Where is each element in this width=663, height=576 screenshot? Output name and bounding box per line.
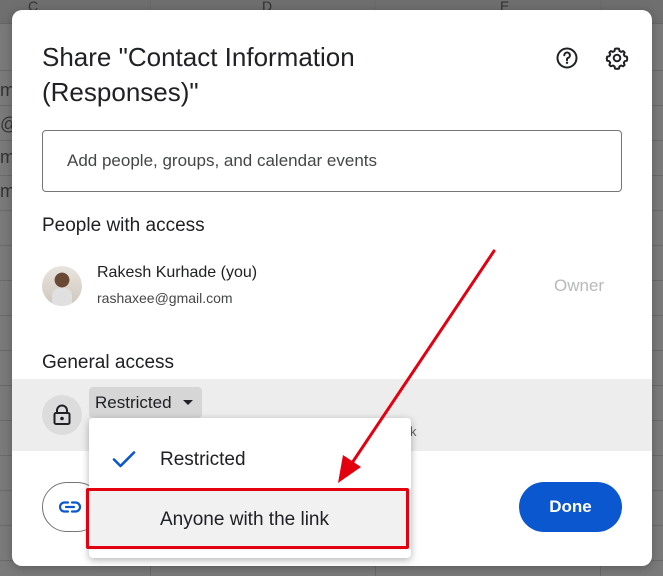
help-circle-icon xyxy=(556,47,578,69)
general-access-value: Restricted xyxy=(95,392,172,412)
gear-icon xyxy=(605,47,629,70)
checkmark-icon xyxy=(112,451,136,468)
general-access-dropdown[interactable]: Restricted xyxy=(89,387,202,418)
person-name: Rakesh Kurhade (you) xyxy=(97,264,258,281)
avatar xyxy=(42,266,82,306)
menu-item-label: Restricted xyxy=(160,449,246,470)
menu-item-label: Anyone with the link xyxy=(160,509,329,530)
link-icon xyxy=(59,501,81,513)
done-button[interactable]: Done xyxy=(519,482,622,532)
access-options-menu: Restricted Anyone with the link xyxy=(89,418,411,558)
settings-button[interactable] xyxy=(603,44,631,72)
people-with-access-heading: People with access xyxy=(42,215,205,236)
menu-item-anyone-with-link[interactable]: Anyone with the link xyxy=(89,490,411,550)
person-email: rashaxee@gmail.com xyxy=(97,290,233,306)
help-button[interactable] xyxy=(553,44,581,72)
general-access-heading: General access xyxy=(42,352,175,373)
lock-icon xyxy=(53,404,71,425)
menu-item-restricted[interactable]: Restricted xyxy=(89,430,411,490)
caret-down-icon xyxy=(182,399,193,405)
add-people-input[interactable]: Add people, groups, and calendar events xyxy=(42,130,622,192)
lock-badge xyxy=(42,395,82,435)
owner-role-label: Owner xyxy=(554,276,605,295)
add-people-placeholder: Add people, groups, and calendar events xyxy=(67,151,378,170)
dialog-title: Share "Contact Information (Responses)" xyxy=(42,42,355,107)
